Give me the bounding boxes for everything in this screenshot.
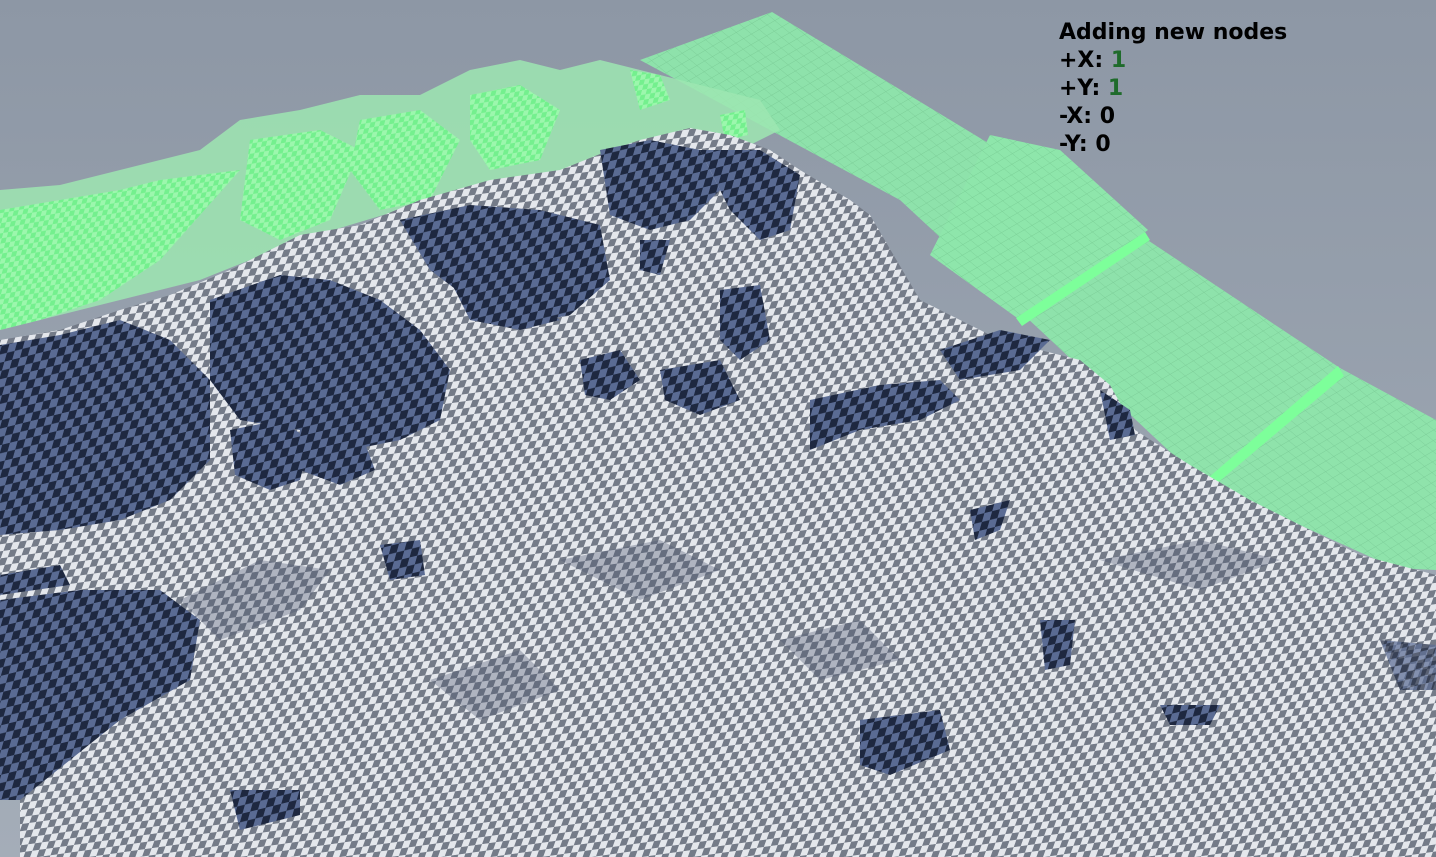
overlay-value: 1 [1107, 76, 1124, 101]
overlay-value: 0 [1099, 104, 1116, 129]
overlay-label: +X: [1059, 48, 1111, 73]
overlay-title: Adding new nodes [1059, 20, 1288, 45]
overlay-value: 0 [1095, 132, 1111, 157]
overlay-row-neg-y: -Y: 0 [1059, 131, 1287, 159]
overlay-label: +Y: [1059, 76, 1108, 101]
overlay-value: 1 [1110, 48, 1127, 73]
overlay-row-pos-y: +Y: 1 [1059, 75, 1287, 103]
overlay-row-neg-x: -X: 0 [1059, 103, 1287, 131]
overlay-label: -X: [1059, 104, 1100, 129]
node-status-overlay: Adding new nodes +X: 1 +Y: 1 -X: 0 -Y: 0 [1059, 19, 1287, 159]
overlay-row-pos-x: +X: 1 [1059, 47, 1287, 75]
3d-viewport[interactable]: Adding new nodes +X: 1 +Y: 1 -X: 0 -Y: 0 [0, 0, 1436, 857]
overlay-label: -Y: [1059, 132, 1096, 157]
